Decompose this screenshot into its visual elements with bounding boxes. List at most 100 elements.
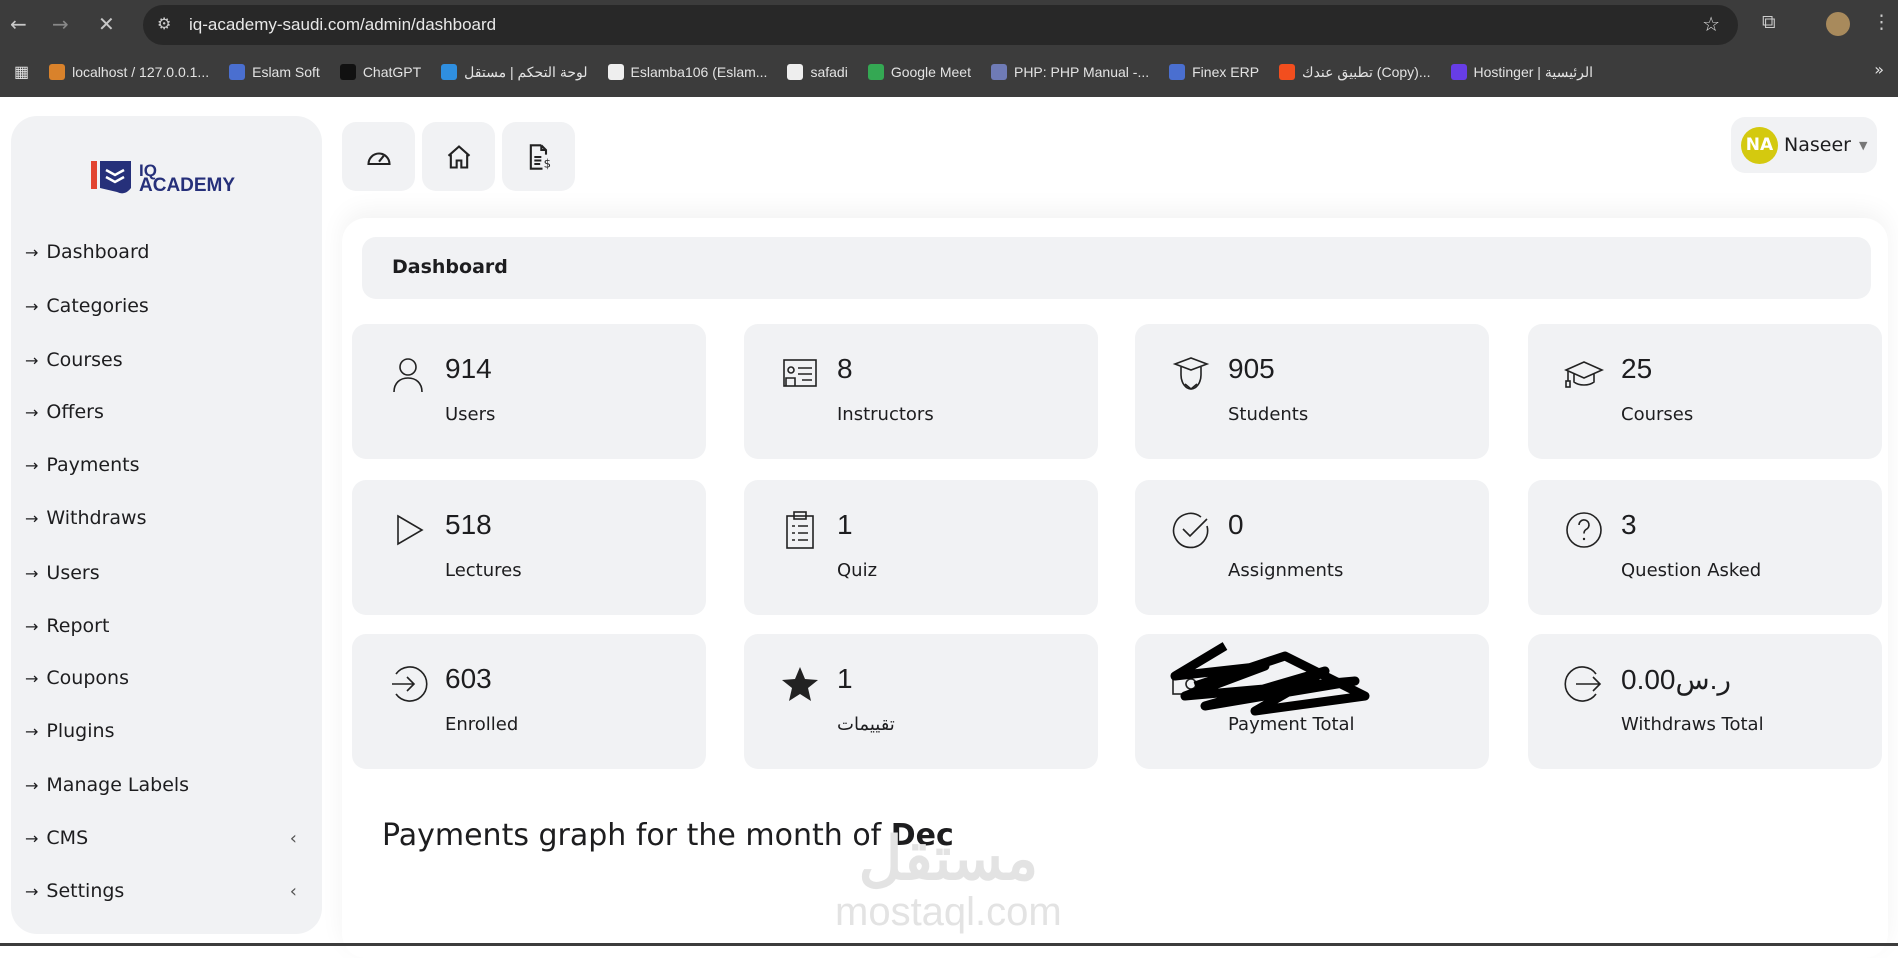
invoice-button[interactable]: $ <box>502 122 575 191</box>
sidebar-item-payments[interactable]: → Payments <box>25 454 315 476</box>
bookmark-star-icon[interactable]: ☆ <box>1702 12 1720 36</box>
bookmark-favicon-icon <box>1450 64 1467 80</box>
bookmark-item[interactable]: Eslamba106 (Eslam... <box>607 64 767 80</box>
sidebar-item-coupons[interactable]: → Coupons <box>25 667 315 689</box>
bookmark-item[interactable]: تطبيق عندك (Copy)... <box>1279 63 1431 81</box>
sidebar-item-offers[interactable]: → Offers <box>25 401 315 423</box>
bookmark-item[interactable]: Eslam Soft <box>229 64 320 80</box>
stat-card-courses[interactable]: 25 Courses <box>1528 324 1882 459</box>
sidebar-item-report[interactable]: → Report <box>25 615 315 637</box>
more-bookmarks-icon[interactable]: » <box>1874 60 1884 79</box>
home-button[interactable] <box>422 122 495 191</box>
bookmark-item[interactable]: PHP: PHP Manual -... <box>990 64 1149 80</box>
stat-card-users[interactable]: 914 Users <box>352 324 706 459</box>
sidebar-item-label: Coupons <box>46 667 129 689</box>
menu-icon[interactable]: ⋮ <box>1872 11 1891 33</box>
profile-avatar[interactable] <box>1826 12 1850 36</box>
stat-value: 8 <box>837 353 853 384</box>
sidebar-item-settings[interactable]: → Settings ‹ <box>25 880 315 902</box>
sign-in-icon <box>392 666 428 702</box>
sidebar-item-withdraws[interactable]: → Withdraws <box>25 507 315 529</box>
stat-label: Assignments <box>1228 560 1344 581</box>
arrow-right-icon: → <box>25 455 39 475</box>
watermark-latin: mostaql.com <box>835 890 1062 934</box>
site-info-icon[interactable]: ⚙ <box>157 14 171 33</box>
forward-icon[interactable]: → <box>52 12 69 36</box>
stat-label: Payment Total <box>1228 714 1355 735</box>
dashboard-shortcut-button[interactable] <box>342 122 415 191</box>
bookmark-label: Google Meet <box>890 64 971 80</box>
bookmark-item[interactable]: Finex ERP <box>1169 64 1259 80</box>
stat-value: 0 <box>1228 509 1244 540</box>
bookmark-favicon-icon <box>867 64 884 80</box>
bookmark-label: Eslam Soft <box>252 64 320 80</box>
bookmark-item[interactable]: ChatGPT <box>339 64 422 80</box>
stat-card-instructors[interactable]: 8 Instructors <box>744 324 1098 459</box>
student-icon <box>1172 357 1210 391</box>
bookmarks-bar: ▦ localhost / 127.0.0.1... Eslam Soft Chat… <box>0 48 1898 96</box>
arrow-right-icon: → <box>25 350 39 370</box>
arrow-right-icon: → <box>25 616 39 636</box>
bookmark-favicon-icon <box>441 64 458 80</box>
sidebar-item-label: Payments <box>46 454 140 476</box>
stat-card-تقييمات[interactable]: 1 تقييمات <box>744 634 1098 769</box>
bookmark-favicon-icon <box>229 64 246 80</box>
stat-value: 518 <box>445 509 492 540</box>
back-icon[interactable]: ← <box>10 12 27 36</box>
bookmark-label: ChatGPT <box>362 64 422 80</box>
bookmark-item[interactable]: safadi <box>787 64 848 80</box>
sidebar-item-users[interactable]: → Users <box>25 562 315 584</box>
user-menu[interactable]: NA Naseer ▼ <box>1731 117 1877 173</box>
bookmark-item[interactable]: لوحة التحكم | مستقل <box>441 64 588 81</box>
stat-card-payment-total[interactable]: Payment Total <box>1135 634 1489 769</box>
stat-card-lectures[interactable]: 518 Lectures <box>352 480 706 615</box>
stat-card-students[interactable]: 905 Students <box>1135 324 1489 459</box>
arrow-right-icon: → <box>25 881 39 901</box>
sidebar-item-label: Categories <box>46 295 149 317</box>
stat-card-enrolled[interactable]: 603 Enrolled <box>352 634 706 769</box>
stat-card-quiz[interactable]: 1 Quiz <box>744 480 1098 615</box>
stat-card-question-asked[interactable]: 3 Question Asked <box>1528 480 1882 615</box>
question-circle-icon <box>1566 512 1602 548</box>
check-circle-icon <box>1172 512 1209 549</box>
bookmark-item[interactable]: Hostinger | الرئيسية <box>1450 64 1593 81</box>
arrow-right-icon: → <box>25 563 39 583</box>
arrow-right-icon: → <box>25 402 39 422</box>
bookmark-item[interactable]: Google Meet <box>867 64 971 80</box>
bookmark-label: localhost / 127.0.0.1... <box>72 64 210 80</box>
extensions-icon[interactable]: ⧉ <box>1762 11 1776 33</box>
sidebar-item-categories[interactable]: → Categories <box>25 295 315 317</box>
bookmark-label: safadi <box>810 64 848 80</box>
sidebar-item-manage-labels[interactable]: → Manage Labels <box>25 774 315 796</box>
bookmark-favicon-icon <box>787 64 804 80</box>
stop-icon[interactable]: ✕ <box>98 12 115 36</box>
user-name: Naseer <box>1784 134 1851 156</box>
bookmark-label: تطبيق عندك (Copy)... <box>1302 63 1431 80</box>
watermark: مستقل mostaql.com <box>835 828 1062 935</box>
clipboard-icon <box>786 511 814 549</box>
apps-icon[interactable]: ▦ <box>14 62 29 82</box>
bookmark-favicon-icon <box>607 64 624 80</box>
stat-value: 25 <box>1621 353 1653 384</box>
sidebar-item-dashboard[interactable]: → Dashboard <box>25 241 315 263</box>
stat-card-withdraws-total[interactable]: 0.00ر.س Withdraws Total <box>1528 634 1882 769</box>
sidebar-item-label: Settings <box>46 880 125 902</box>
sidebar-item-courses[interactable]: → Courses <box>25 349 315 371</box>
home-icon <box>447 144 470 169</box>
sidebar-item-label: Report <box>46 615 110 637</box>
url-text[interactable]: iq-academy-saudi.com/admin/dashboard <box>189 15 496 35</box>
address-bar[interactable]: ⚙ iq-academy-saudi.com/admin/dashboard ☆ <box>143 5 1738 45</box>
sidebar-item-plugins[interactable]: → Plugins <box>25 720 315 742</box>
sidebar-item-cms[interactable]: → CMS ‹ <box>25 827 315 849</box>
logo[interactable]: IQ ACADEMY <box>91 158 235 198</box>
arrow-right-icon: → <box>25 721 39 741</box>
stat-label: Users <box>445 404 496 425</box>
stat-card-assignments[interactable]: 0 Assignments <box>1135 480 1489 615</box>
watermark-arabic: مستقل <box>858 825 1039 892</box>
stat-value: 1 <box>837 663 853 694</box>
chevron-left-icon[interactable]: ‹ <box>290 828 297 849</box>
user-icon <box>393 358 423 393</box>
bookmark-item[interactable]: localhost / 127.0.0.1... <box>49 64 209 80</box>
bookmark-favicon-icon <box>1169 64 1186 80</box>
chevron-left-icon[interactable]: ‹ <box>290 881 297 902</box>
